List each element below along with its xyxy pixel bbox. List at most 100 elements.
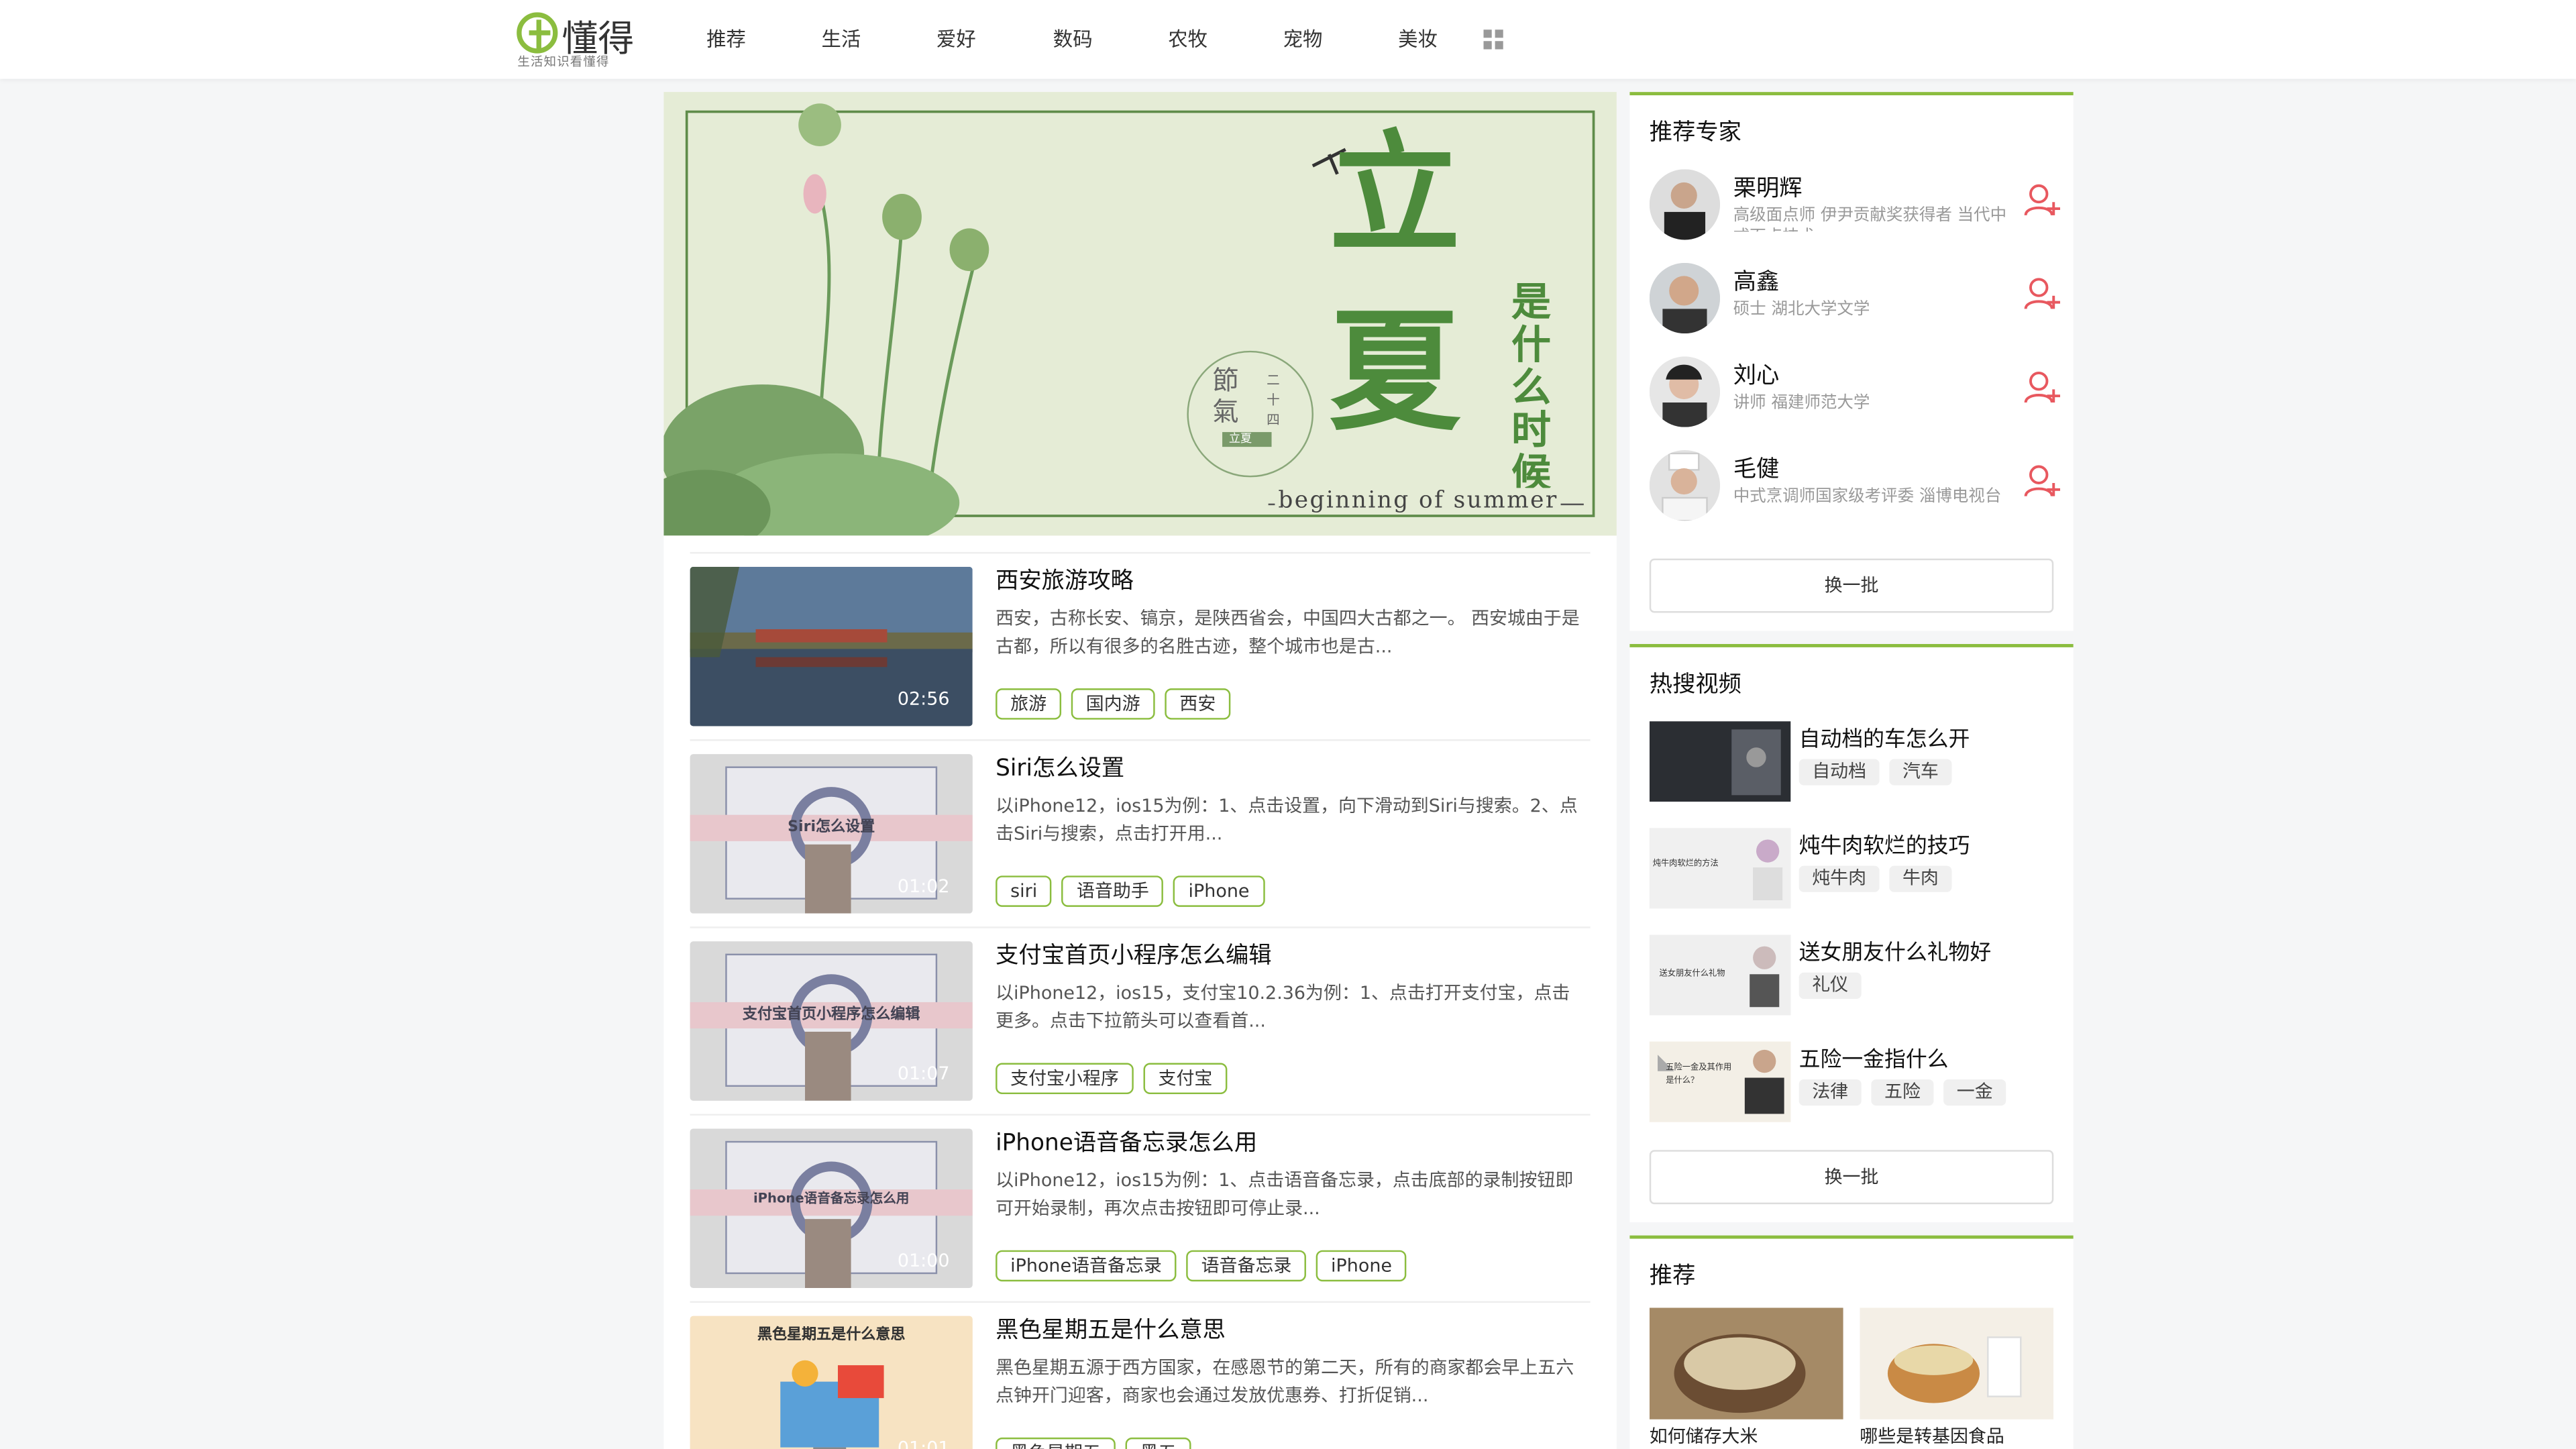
hot-video-tags: 炖牛肉 牛肉	[1799, 865, 1952, 892]
refresh-experts-button[interactable]: 换一批	[1649, 558, 2054, 613]
banner-lotus-illustration	[663, 92, 1617, 536]
nav-tab-life[interactable]: 生活	[822, 25, 861, 53]
tag[interactable]: 西安	[1165, 688, 1231, 720]
avatar[interactable]	[1649, 356, 1721, 427]
feed-title[interactable]: 黑色星期五是什么意思	[996, 1313, 1226, 1346]
tag[interactable]: 支付宝小程序	[996, 1063, 1134, 1095]
banner-seal-side: 二十四	[1267, 372, 1280, 427]
avatar[interactable]	[1649, 169, 1721, 240]
nav-tab-makeup[interactable]: 美妆	[1398, 25, 1438, 53]
tag[interactable]: iPhone	[1173, 875, 1265, 907]
expert-item[interactable]: 毛健 中式烹调师国家级考评委 淄博电视台	[1649, 450, 2061, 529]
video-thumbnail[interactable]: 黑色星期五是什么意思 01:01	[690, 1316, 973, 1449]
more-categories-grid-icon[interactable]	[1483, 30, 1503, 50]
site-logo[interactable]: 懂得 生活知识看懂得	[515, 7, 646, 72]
card-title: 热搜视频	[1649, 672, 1741, 698]
video-thumbnail[interactable]	[1649, 721, 1791, 802]
avatar[interactable]	[1649, 450, 1721, 521]
feed-description: 以iPhone12，ios15为例：1、点击设置，向下滑动到Siri与搜索。2、…	[996, 795, 1578, 844]
tag[interactable]: 炖牛肉	[1799, 865, 1880, 892]
hot-video-title[interactable]: 炖牛肉软烂的技巧	[1799, 828, 1970, 859]
tag[interactable]: 国内游	[1071, 688, 1155, 720]
expert-name[interactable]: 栗明辉	[1733, 171, 1803, 204]
tag[interactable]: 支付宝	[1143, 1063, 1228, 1095]
follow-user-icon[interactable]	[2024, 182, 2061, 219]
tag[interactable]: 黑五	[1125, 1437, 1191, 1449]
expert-name[interactable]: 高鑫	[1733, 264, 1780, 297]
video-duration: 01:02	[897, 875, 950, 898]
video-thumbnail[interactable]: 送女朋友什么礼物	[1649, 934, 1791, 1016]
tag[interactable]: 语音助手	[1061, 875, 1164, 907]
hot-video-tags: 礼仪	[1799, 972, 1862, 999]
banner-lixia[interactable]: 立 夏 是什么时候 節氣 二十四 立夏 beginning of summer	[663, 92, 1617, 536]
nav-tab-digital[interactable]: 数码	[1053, 25, 1093, 53]
feed-item[interactable]: 支付宝首页小程序怎么编辑 01:07 支付宝首页小程序怎么编辑 以iPhone1…	[690, 926, 1591, 1114]
nav-tab-agriculture[interactable]: 农牧	[1168, 25, 1208, 53]
feed-title[interactable]: 支付宝首页小程序怎么编辑	[996, 938, 1271, 971]
banner-seal: 節氣	[1212, 364, 1239, 427]
expert-name[interactable]: 毛健	[1733, 451, 1780, 484]
feed-item[interactable]: Siri怎么设置 01:02 Siri怎么设置 以iPhone12，ios15为…	[690, 739, 1591, 926]
follow-user-icon[interactable]	[2024, 464, 2061, 500]
tag[interactable]: 自动档	[1799, 759, 1880, 786]
feed-title[interactable]: iPhone语音备忘录怎么用	[996, 1126, 1257, 1159]
hot-video-item[interactable]: 炖牛肉软烂的方法 炖牛肉软烂的技巧 炖牛肉 牛肉	[1649, 828, 2060, 910]
video-thumbnail[interactable]: Siri怎么设置 01:02	[690, 754, 973, 914]
follow-user-icon[interactable]	[2024, 370, 2061, 406]
feed-tags: 支付宝小程序 支付宝	[996, 1063, 1228, 1095]
nav-tab-pets[interactable]: 宠物	[1283, 25, 1323, 53]
hot-video-item[interactable]: 送女朋友什么礼物 送女朋友什么礼物好 礼仪	[1649, 934, 2060, 1016]
tag[interactable]: 一金	[1943, 1079, 2006, 1106]
video-thumbnail[interactable]: iPhone语音备忘录怎么用 01:00	[690, 1128, 973, 1289]
hot-video-item[interactable]: 五险一金及其作用是什么？ 五险一金指什么 法律 五险 一金	[1649, 1041, 2060, 1124]
tag[interactable]: siri	[996, 875, 1053, 907]
video-thumbnail[interactable]: 炖牛肉软烂的方法	[1649, 828, 1791, 909]
feed-item[interactable]: 黑色星期五是什么意思 01:01 黑色星期五是什么意思 黑色星期五源于西方国家，…	[690, 1301, 1591, 1449]
refresh-hot-videos-button[interactable]: 换一批	[1649, 1150, 2054, 1205]
tag[interactable]: 语音备忘录	[1186, 1250, 1307, 1282]
hot-video-title[interactable]: 送女朋友什么礼物好	[1799, 934, 1992, 966]
card-title: 推荐专家	[1649, 119, 1741, 146]
expert-description: 中式烹调师国家级考评委 淄博电视台	[1733, 488, 2002, 506]
feed-item[interactable]: iPhone语音备忘录怎么用 01:00 iPhone语音备忘录怎么用 以iPh…	[690, 1114, 1591, 1301]
tag[interactable]: 礼仪	[1799, 972, 1862, 999]
tag[interactable]: 法律	[1799, 1079, 1862, 1106]
tag[interactable]: 旅游	[996, 688, 1062, 720]
hot-video-title[interactable]: 五险一金指什么	[1799, 1042, 1949, 1073]
feed-title[interactable]: Siri怎么设置	[996, 751, 1124, 784]
avatar[interactable]	[1649, 262, 1721, 334]
expert-item[interactable]: 高鑫 硕士 湖北大学文学	[1649, 262, 2061, 342]
feed-description: 黑色星期五源于西方国家，在感恩节的第二天，所有的商家都会早上五六点钟开门迎客，商…	[996, 1356, 1574, 1406]
video-thumbnail[interactable]: 五险一金及其作用是什么？	[1649, 1041, 1791, 1122]
recommend-thumbnail[interactable]	[1860, 1307, 2054, 1419]
tag[interactable]: iPhone语音备忘录	[996, 1250, 1177, 1282]
tag[interactable]: 牛肉	[1889, 865, 1952, 892]
tag[interactable]: 汽车	[1889, 759, 1952, 786]
expert-item[interactable]: 栗明辉 高级面点师 伊尹贡献奖获得者 当代中式面点技术	[1649, 169, 2061, 248]
recommend-thumbnail[interactable]	[1649, 1307, 1843, 1419]
expert-name[interactable]: 刘心	[1733, 358, 1780, 391]
card-title: 推荐	[1649, 1263, 1696, 1290]
nav-tab-recommend[interactable]: 推荐	[706, 25, 746, 53]
feed-tags: 黑色星期五 黑五	[996, 1437, 1191, 1449]
feed-tags: siri 语音助手 iPhone	[996, 875, 1265, 907]
feed-description: 西安，古称长安、镐京，是陕西省会，中国四大古都之一。 西安城由于是古都，所以有很…	[996, 608, 1580, 657]
banner-subtitle: 是什么时候	[1511, 277, 1551, 496]
recommend-title[interactable]: 如何储存大米	[1650, 1423, 1758, 1449]
video-duration: 01:07	[897, 1063, 950, 1085]
feed-item[interactable]: 02:56 西安旅游攻略 西安，古称长安、镐京，是陕西省会，中国四大古都之一。 …	[690, 551, 1591, 739]
nav-tab-hobby[interactable]: 爱好	[936, 25, 976, 53]
video-thumbnail[interactable]: 支付宝首页小程序怎么编辑 01:07	[690, 941, 973, 1101]
feed-tags: 旅游 国内游 西安	[996, 688, 1231, 720]
hot-video-title[interactable]: 自动档的车怎么开	[1799, 721, 1970, 753]
recommend-title[interactable]: 哪些是转基因食品	[1860, 1423, 2004, 1449]
tag[interactable]: iPhone	[1316, 1250, 1407, 1282]
hot-video-item[interactable]: 自动档的车怎么开 自动档 汽车	[1649, 721, 2060, 803]
follow-user-icon[interactable]	[2024, 276, 2061, 312]
expert-item[interactable]: 刘心 讲师 福建师范大学	[1649, 356, 2061, 435]
feed-title[interactable]: 西安旅游攻略	[996, 564, 1134, 596]
hot-video-tags: 自动档 汽车	[1799, 759, 1952, 786]
tag[interactable]: 五险	[1871, 1079, 1934, 1106]
video-thumbnail[interactable]: 02:56	[690, 566, 973, 727]
tag[interactable]: 黑色星期五	[996, 1437, 1116, 1449]
